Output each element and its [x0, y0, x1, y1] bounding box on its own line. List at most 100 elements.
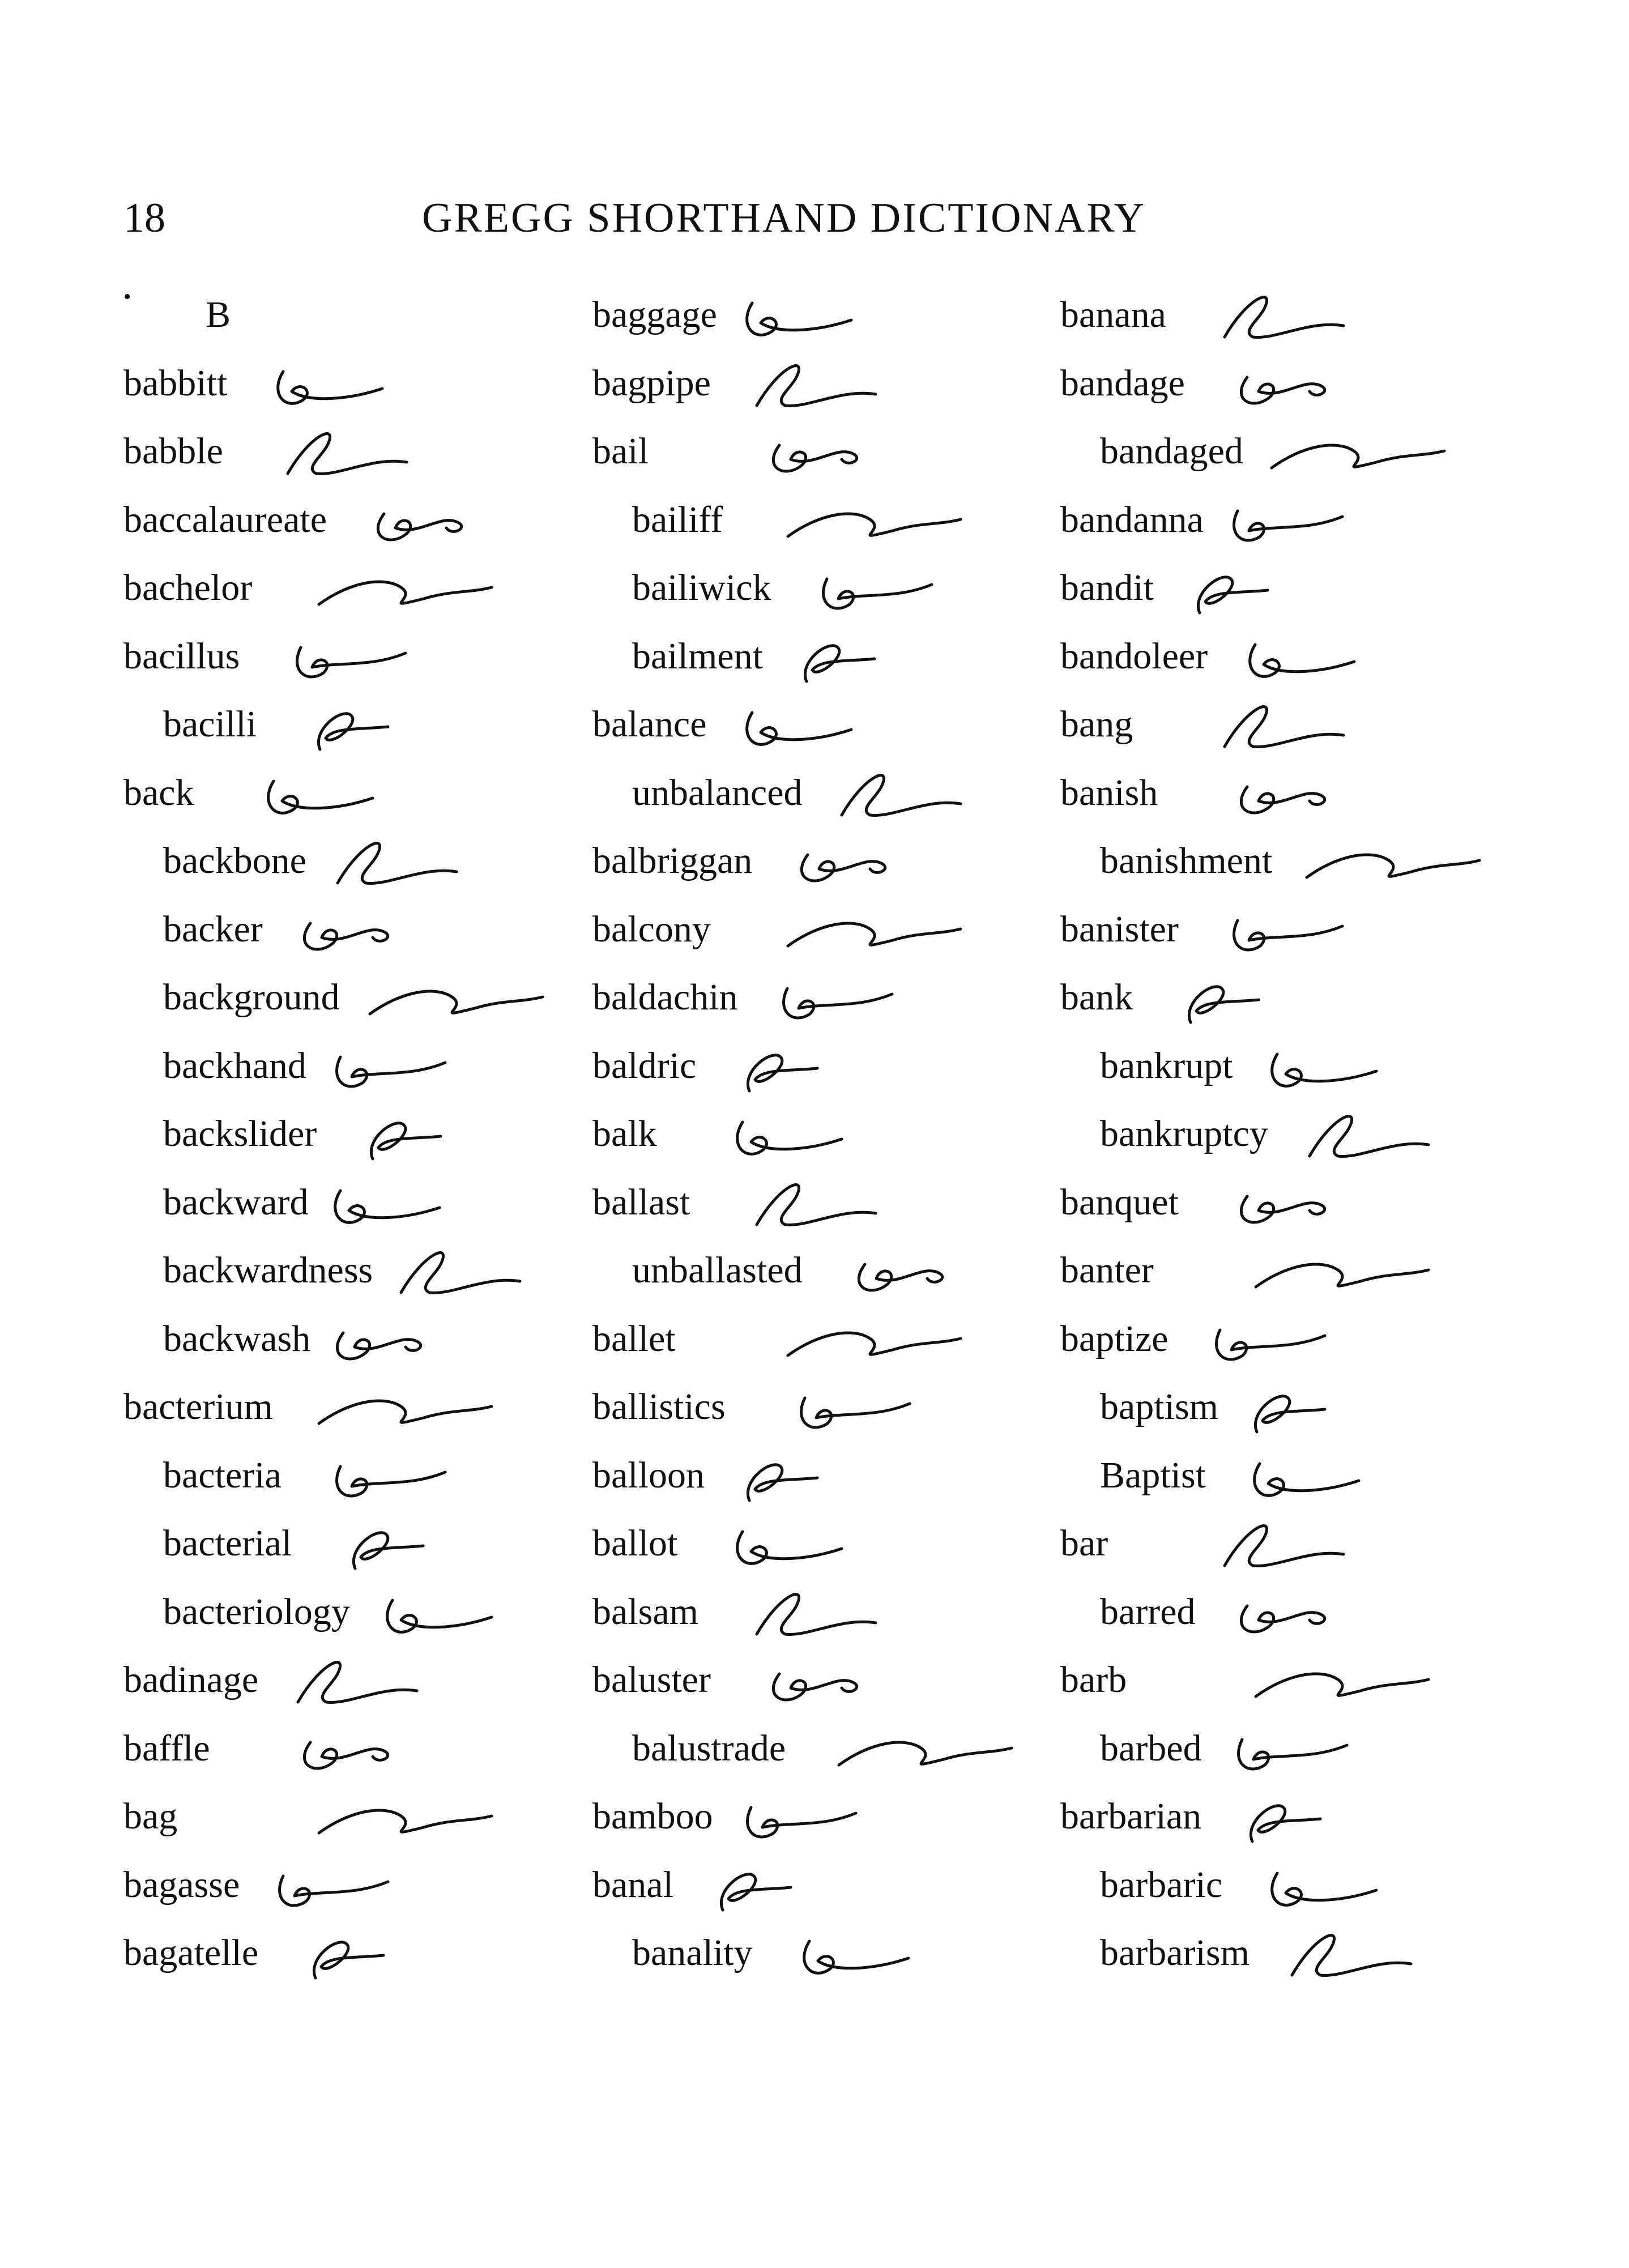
entry-word: baffle [123, 1727, 210, 1769]
dictionary-entry: bail [592, 423, 1023, 491]
word-column-3: banana bandage bandaged bandanna bandit bando… [1060, 286, 1491, 1993]
dictionary-entry: bandage [1060, 355, 1491, 423]
entry-word: bankrupt [1100, 1045, 1233, 1086]
dictionary-entry: barbarism [1060, 1924, 1491, 1993]
entry-word: babble [123, 430, 223, 472]
entry-word: backslider [163, 1113, 317, 1154]
entry-word: badinage [123, 1659, 259, 1700]
shorthand-outline-icon [804, 643, 876, 683]
shorthand-outline-icon [267, 779, 374, 815]
shorthand-outline-icon [1239, 1195, 1327, 1223]
dictionary-entry: backward [123, 1174, 554, 1242]
entry-word: bankruptcy [1100, 1113, 1268, 1154]
shorthand-outline-icon [302, 922, 390, 950]
dictionary-entry: bagatelle [123, 1924, 554, 1993]
dictionary-entry: bank [1060, 969, 1491, 1037]
dictionary-entry: bacilli [123, 696, 554, 764]
shorthand-outline-icon [317, 712, 390, 751]
shorthand-outline-icon [1215, 1328, 1327, 1361]
dictionary-entry: baccalaureate [123, 491, 554, 560]
dictionary-entry: barred [1060, 1583, 1491, 1652]
dictionary-entry: baptism [1060, 1378, 1491, 1447]
entry-word: bacteriology [163, 1591, 350, 1632]
dictionary-entry: banality [592, 1924, 1023, 1993]
word-column-1: • Bbabbitt babble baccalaureate bachelor baci… [123, 286, 554, 1993]
shorthand-outline-icon [1233, 509, 1344, 542]
shorthand-outline-icon [1239, 376, 1327, 404]
dictionary-entry: balustrade [592, 1720, 1023, 1788]
shorthand-outline-icon [736, 1530, 843, 1565]
dictionary-entry: banter [1060, 1242, 1491, 1310]
dictionary-entry: bagasse [123, 1856, 554, 1925]
dictionary-entry: bailiff [592, 491, 1023, 560]
dictionary-entry: banal [592, 1856, 1023, 1925]
entry-word: unbalanced [632, 771, 803, 813]
shorthand-outline-icon [370, 1122, 442, 1161]
entry-word: background [163, 977, 340, 1018]
dictionary-entry: banishment [1060, 832, 1491, 901]
shorthand-outline-icon [296, 646, 407, 678]
entry-word: backward [163, 1181, 309, 1223]
shorthand-outline-icon [386, 1598, 493, 1634]
dictionary-entry: barbarian [1060, 1788, 1491, 1856]
dictionary-entry: baffle [123, 1720, 554, 1788]
shorthand-outline-icon [1197, 575, 1269, 615]
dictionary-entry: banquet [1060, 1174, 1491, 1242]
shorthand-outline-icon [745, 711, 853, 746]
entry-word: ballet [592, 1318, 676, 1359]
shorthand-outline-icon [755, 1183, 877, 1226]
shorthand-outline-icon [755, 1592, 877, 1636]
shorthand-outline-icon [771, 1672, 859, 1702]
dictionary-entry: baluster [592, 1651, 1023, 1720]
shorthand-outline-icon [771, 444, 859, 473]
shorthand-outline-icon [302, 1741, 390, 1770]
entry-word: bachelor [123, 567, 253, 608]
entry-word: bailiff [632, 498, 723, 540]
entry-word: balsam [592, 1591, 698, 1632]
dictionary-entry: bandit [1060, 559, 1491, 628]
shorthand-outline-icon [335, 1465, 447, 1497]
shorthand-outline-icon [1248, 643, 1356, 678]
shorthand-outline-icon [335, 1055, 447, 1088]
entry-word: banal [592, 1864, 673, 1905]
shorthand-outline-icon [317, 1809, 493, 1835]
shorthand-outline-icon [352, 1531, 425, 1570]
entry-word: bandit [1060, 567, 1154, 608]
entry-word: bandoleer [1060, 635, 1208, 677]
dictionary-entry: ballet [592, 1310, 1023, 1379]
entry-word: babbitt [123, 362, 228, 404]
shorthand-outline-icon [746, 1806, 858, 1839]
dictionary-entry: banister [1060, 901, 1491, 969]
entry-word: back [123, 771, 194, 813]
bullet-icon: • [123, 285, 131, 309]
dictionary-entry: ballast [592, 1174, 1023, 1242]
dictionary-entry: bankruptcy [1060, 1105, 1491, 1174]
shorthand-outline-icon [1290, 1934, 1413, 1977]
dictionary-entry: bar [1060, 1515, 1491, 1583]
shorthand-outline-icon [313, 1941, 385, 1980]
dictionary-entry: backwash [123, 1310, 554, 1379]
dictionary-entry: bagpipe [592, 355, 1023, 423]
dictionary-entry: banana [1060, 286, 1491, 355]
dictionary-entry: baldric [592, 1037, 1023, 1106]
entry-word: banishment [1100, 840, 1273, 881]
shorthand-outline-icon [1253, 1462, 1361, 1497]
shorthand-outline-icon [840, 773, 962, 817]
shorthand-outline-icon [296, 1661, 419, 1704]
dictionary-entry: backwardness [123, 1242, 554, 1310]
entry-word: bag [123, 1796, 178, 1837]
entry-word: bacillus [123, 635, 240, 677]
dictionary-entry: unballasted [592, 1242, 1023, 1310]
page-title: GREGG SHORTHAND DICTIONARY [422, 195, 1146, 241]
entry-word: balance [592, 704, 707, 745]
entry-word: banquet [1060, 1181, 1179, 1223]
shorthand-outline-icon [1223, 1524, 1345, 1567]
shorthand-outline-icon [1270, 1871, 1378, 1907]
entry-word: bagatelle [123, 1932, 259, 1973]
entry-word: bacteria [163, 1454, 282, 1496]
entry-word: bar [1060, 1523, 1108, 1564]
shorthand-outline-icon [800, 1396, 911, 1429]
entry-word: baccalaureate [123, 498, 327, 540]
entry-word: baldric [592, 1045, 697, 1086]
dictionary-entry: backslider [123, 1105, 554, 1174]
